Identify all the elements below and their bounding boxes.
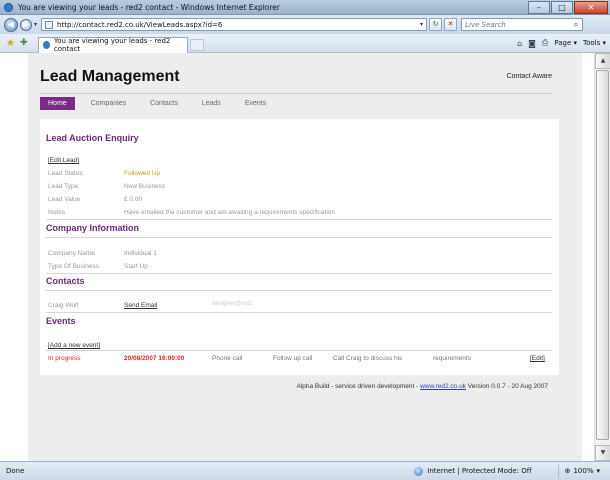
status-separator [557,464,559,478]
home-icon[interactable]: ⌂ [517,39,522,48]
feeds-icon[interactable]: ◙ [528,39,536,48]
vertical-scrollbar[interactable]: ▲ ▼ [594,53,610,461]
event-action: Follow up call [273,355,313,362]
events-heading: Events [46,316,76,326]
event-note: Call Craig to discuss his [333,355,403,362]
title-bar: You are viewing your leads - red2 contac… [0,0,610,15]
business-type-value: Start Up [124,263,148,270]
window-title: You are viewing your leads - red2 contac… [18,2,281,12]
nav-events[interactable]: Events [237,98,274,109]
section-divider [46,237,552,238]
header-divider [40,93,552,94]
scroll-down-icon[interactable]: ▼ [595,445,610,461]
edit-event-link[interactable]: [Edit] [530,355,545,362]
print-icon[interactable]: ⎙ [542,38,548,48]
status-bar: Done Internet | Protected Mode: Off ⊕ 10… [0,461,610,480]
contact-name: Craig Wolf [48,302,79,309]
scroll-up-icon[interactable]: ▲ [595,53,610,69]
field-label: Lead Status [48,170,83,177]
contact-extra: designer@red2 [212,301,254,307]
forward-icon[interactable]: ▶ [20,18,32,31]
address-input[interactable]: http://contact.red2.co.uk/ViewLeads.aspx… [57,21,417,29]
company-name: Contact Aware [506,73,552,80]
zone-text: Internet | Protected Mode: Off [427,467,532,475]
main-nav: Home Companies Contacts Leads Events [40,97,282,110]
window-controls: – □ ✕ [527,0,608,14]
favorites-star-icon[interactable]: ★ [6,38,15,49]
company-info-heading: Company Information [46,223,140,233]
browser-viewport: Lead Management Contact Aware Home Compa… [0,53,610,461]
address-toolbar: ◀ ▶ ▾ http://contact.red2.co.uk/ViewLead… [0,15,610,34]
search-input[interactable] [465,20,571,29]
zoom-level: 100% [573,467,594,475]
refresh-icon[interactable]: ↻ [429,18,443,31]
zoom-icon: ⊕ [564,467,571,475]
field-label: Notes [48,209,65,216]
event-status: In progress [48,355,81,362]
add-event-link[interactable]: [Add a new event] [48,342,100,349]
lead-type-value: New Business [124,183,166,190]
ie-logo-icon [4,2,13,12]
nav-leads[interactable]: Leads [194,98,229,109]
footer-version: Version 0.0.7 - 20 Aug 2007 [465,383,548,390]
tab-page-icon [42,41,50,49]
scroll-thumb[interactable] [596,70,609,440]
lead-value-value: £ 0.00 [124,196,143,203]
page-menu[interactable]: Page ▾ [554,39,577,47]
security-zone[interactable]: Internet | Protected Mode: Off [414,466,532,476]
nav-companies[interactable]: Companies [83,98,134,109]
command-bar: ⌂ ◙ ⎙ Page ▾ Tools ▾ [517,38,606,48]
event-type: Phone call [212,355,243,362]
section-divider [46,350,552,351]
nav-contacts[interactable]: Contacts [142,98,186,109]
zoom-dropdown-icon[interactable]: ▾ [596,467,600,475]
company-name-value: Individual 1 [124,250,157,257]
contacts-heading: Contacts [46,276,85,286]
address-bar[interactable]: http://contact.red2.co.uk/ViewLeads.aspx… [41,18,428,31]
status-text: Done [6,467,25,475]
globe-icon [414,466,424,476]
history-dropdown-icon[interactable]: ▾ [34,21,37,28]
site-brand: Lead Management [40,68,180,85]
tools-menu[interactable]: Tools ▾ [583,39,606,47]
section-divider [46,312,552,313]
back-icon[interactable]: ◀ [4,17,18,32]
minimize-button[interactable]: – [528,0,550,14]
maximize-button[interactable]: □ [551,0,573,14]
nav-home[interactable]: Home [40,97,75,110]
send-email-link[interactable]: Send Email [124,302,157,309]
add-favorites-icon[interactable]: ✚ [20,38,28,48]
section-divider [46,290,552,291]
notes-value: Have emailed the customer and am awaitin… [124,209,335,216]
address-dropdown-icon[interactable]: ▾ [417,21,426,28]
page-icon [45,20,54,29]
field-label: Lead Type [48,183,79,190]
section-divider [46,273,552,274]
tab-title: You are viewing your leads - red2 contac… [53,37,171,53]
page-footer: Alpha Build - service driven development… [297,383,549,390]
tab-toolbar: ★ ✚ You are viewing your leads - red2 co… [0,34,610,53]
section-divider [46,219,552,220]
new-tab-button[interactable] [189,38,204,51]
field-label: Company Name [48,250,95,257]
lead-heading: Lead Auction Enquiry [46,133,139,143]
page-container: Lead Management Contact Aware Home Compa… [28,53,582,461]
search-box[interactable]: ⌕ [461,18,584,31]
field-label: Lead Value [48,196,81,203]
search-icon[interactable]: ⌕ [570,20,582,30]
footer-link[interactable]: www.red2.co.uk [420,383,466,390]
event-datetime: 20/08/2007 16:00:00 [124,355,185,362]
event-note-cont: requirements [433,355,471,362]
lead-panel: Lead Auction Enquiry [Edit Lead] Lead St… [40,119,559,375]
footer-text: Alpha Build - service driven development… [296,383,421,390]
close-button[interactable]: ✕ [574,0,608,14]
zoom-control[interactable]: ⊕ 100% ▾ [565,467,600,475]
stop-icon[interactable]: ✕ [444,18,458,31]
field-label: Type Of Business [48,263,99,270]
tab-current[interactable]: You are viewing your leads - red2 contac… [37,36,188,53]
lead-status-value: Followed Up [124,170,161,177]
edit-lead-link[interactable]: [Edit Lead] [48,157,79,164]
